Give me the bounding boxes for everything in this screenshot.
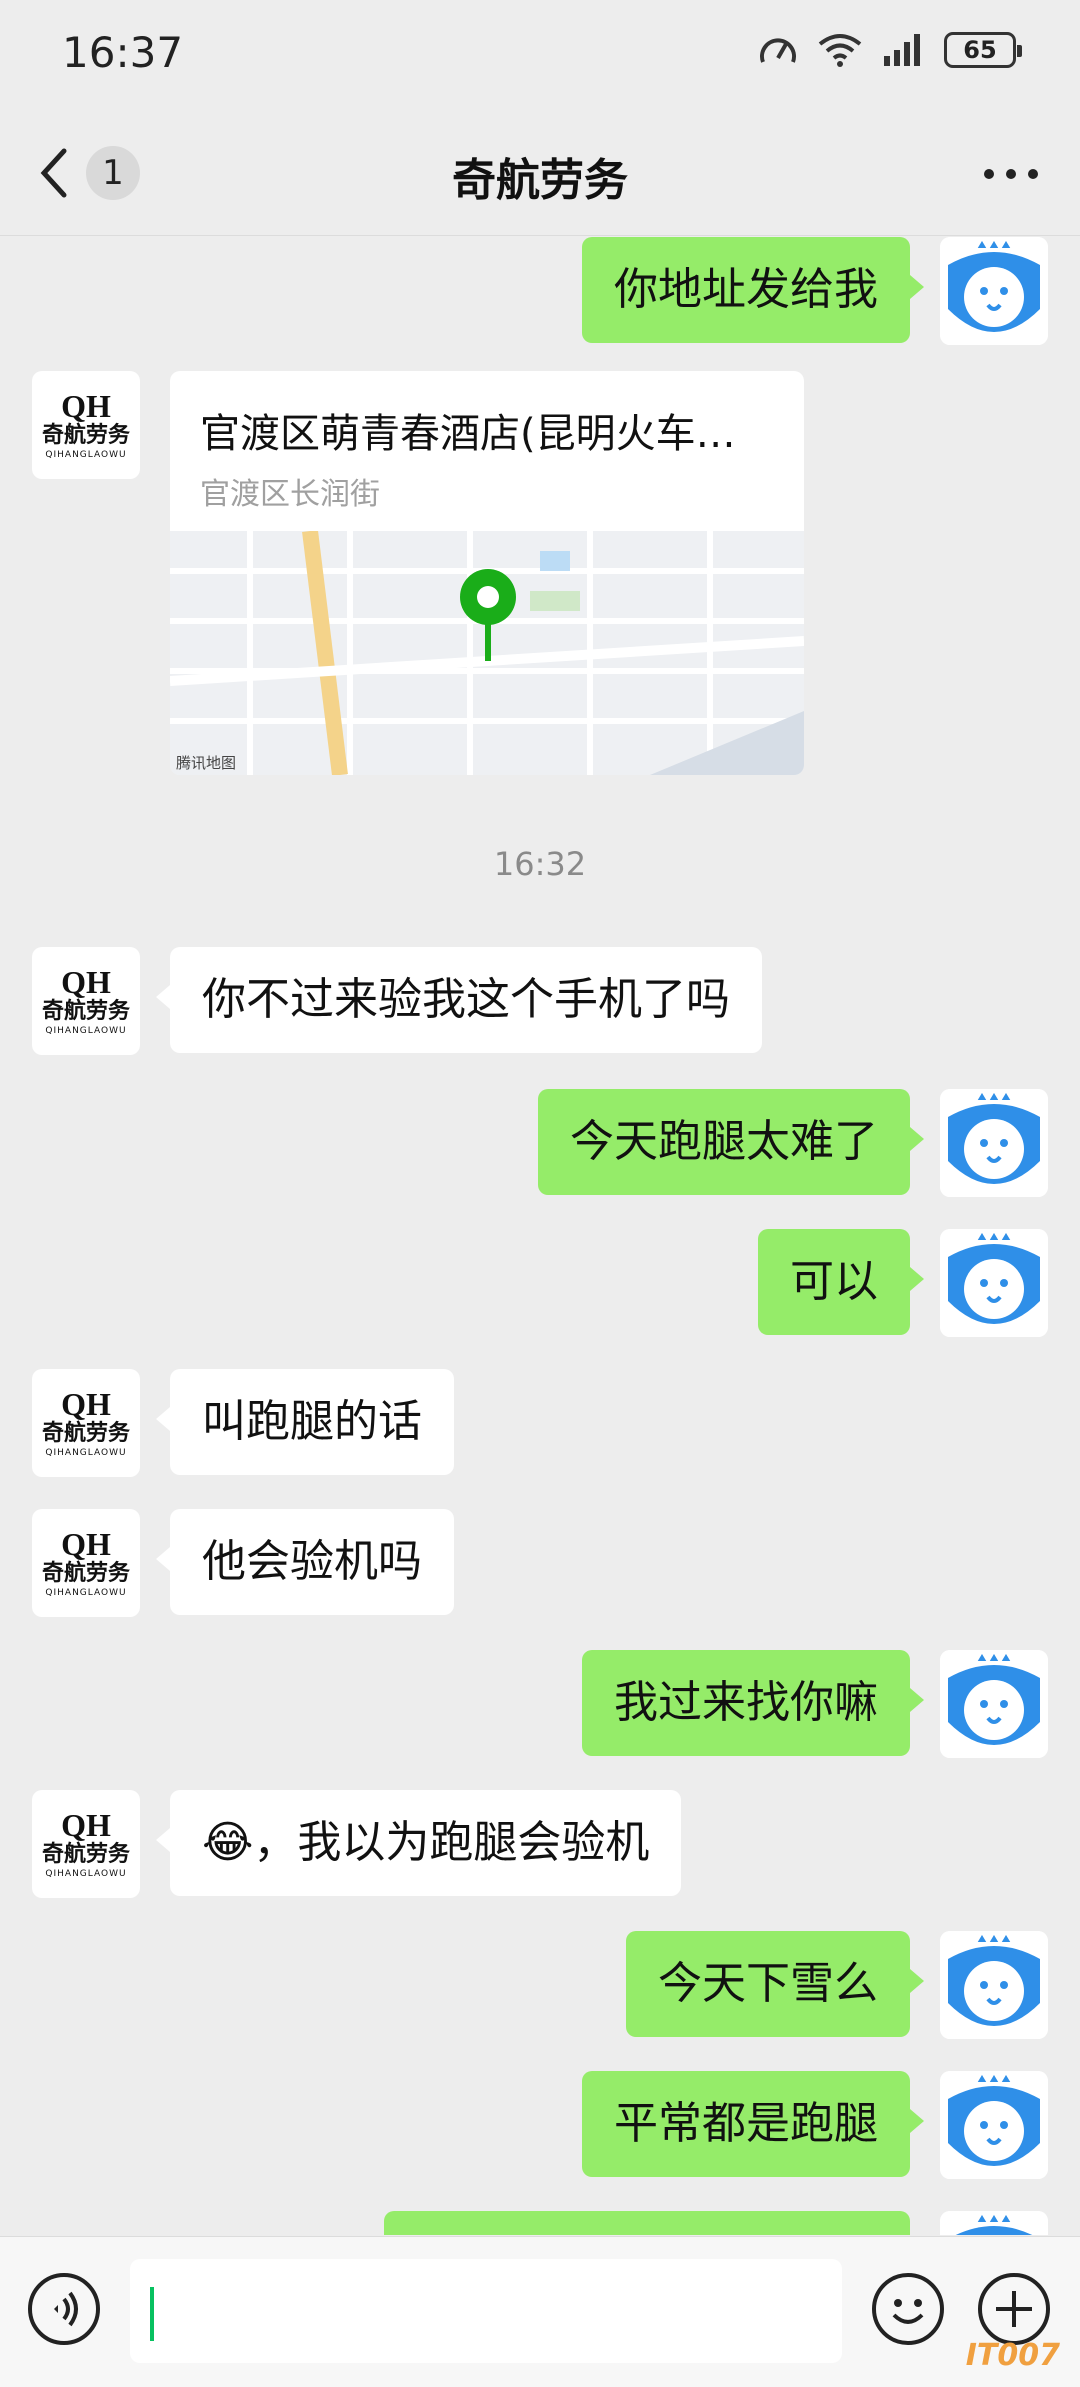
location-card[interactable]: 官渡区萌青春酒店(昆明火车… 官渡区长润街 腾讯地图 — [170, 371, 804, 775]
more-functions-button[interactable] — [978, 2273, 1050, 2345]
message-bubble[interactable]: 今天跑腿太难了 — [538, 1089, 924, 1195]
emoji-icon — [892, 2299, 924, 2324]
message-row: 今天下雪么 — [0, 1931, 1080, 2041]
nav-bar: 1 奇航劳务 — [0, 110, 1080, 236]
speed-icon — [760, 38, 796, 63]
contact-avatar[interactable]: QH 奇航劳务 QIHANGLAOWU — [32, 947, 140, 1055]
avatar-brand-mark: QH — [61, 1386, 111, 1422]
contact-avatar[interactable]: QH 奇航劳务 QIHANGLAOWU — [32, 1509, 140, 1617]
timestamp: 16:32 — [493, 845, 587, 883]
avatar-brand-text: 奇航劳务 — [41, 1421, 130, 1446]
avatar-brand-sub: QIHANGLAOWU — [45, 1026, 127, 1036]
status-bar: 16:37 65 — [0, 0, 1080, 110]
voice-icon — [54, 2291, 78, 2327]
message-row: 今天跑腿太难了 — [0, 1089, 1080, 1199]
message-bubble[interactable]: 😂，我以为跑腿会验机 — [155, 1790, 682, 1896]
my-avatar[interactable] — [940, 2071, 1048, 2179]
message-bubble[interactable]: 你地址发给我 — [582, 237, 924, 343]
message-input[interactable] — [130, 2259, 842, 2363]
more-options-button[interactable] — [976, 146, 1046, 202]
contact-avatar[interactable]: QH 奇航劳务 QIHANGLAOWU — [32, 1790, 140, 1898]
avatar-brand-text: 奇航劳务 — [41, 1561, 130, 1586]
more-icon — [984, 169, 1038, 179]
message-row: 我过来找你嘛 — [0, 1650, 1080, 1760]
my-avatar[interactable] — [940, 1931, 1048, 2039]
voice-input-button[interactable] — [28, 2273, 100, 2345]
message-row: QH 奇航劳务 QIHANGLAOWU 叫跑腿的话 — [0, 1369, 1080, 1479]
map-image — [170, 530, 804, 775]
avatar-brand-text: 奇航劳务 — [41, 1842, 130, 1867]
plus-icon — [996, 2291, 1032, 2327]
avatar-brand-sub: QIHANGLAOWU — [45, 450, 127, 460]
my-avatar[interactable] — [940, 2211, 1048, 2235]
avatar-brand-sub: QIHANGLAOWU — [45, 1588, 127, 1598]
location-subtitle: 官渡区长润街 — [200, 477, 380, 512]
my-avatar[interactable] — [940, 237, 1048, 345]
message-bubble[interactable]: 叫跑腿的话 — [156, 1369, 454, 1475]
message-row: 你地址发给我 — [0, 237, 1080, 347]
contact-avatar[interactable]: QH 奇航劳务 QIHANGLAOWU — [32, 1369, 140, 1477]
my-avatar[interactable] — [940, 1229, 1048, 1337]
chat-area[interactable]: 你地址发给我 QH 奇航劳务 QIHANGLAOWU 官渡区萌青春酒店(昆明火车… — [0, 237, 1080, 2235]
message-row: 可以 — [0, 1229, 1080, 1339]
message-row: QH 奇航劳务 QIHANGLAOWU 你不过来验我这个手机了吗 — [0, 947, 1080, 1057]
avatar-brand-sub: QIHANGLAOWU — [45, 1869, 127, 1879]
watermark: IT007 — [965, 2338, 1060, 2373]
status-time: 16:37 — [62, 28, 184, 77]
map-credit: 腾讯地图 — [176, 754, 237, 772]
my-avatar[interactable] — [940, 1089, 1048, 1197]
location-map[interactable]: 腾讯地图 — [170, 530, 804, 775]
contact-avatar[interactable]: QH 奇航劳务 QIHANGLAOWU — [32, 371, 140, 479]
message-row: QH 奇航劳务 QIHANGLAOWU 官渡区萌青春酒店(昆明火车… 官渡区长润… — [0, 371, 1080, 775]
avatar-brand-text: 奇航劳务 — [41, 999, 130, 1024]
message-bubble[interactable]: 今天下雪么 — [626, 1931, 924, 2037]
signal-icon — [884, 34, 920, 66]
avatar-brand-mark: QH — [61, 1807, 111, 1843]
battery-indicator: 65 — [944, 32, 1022, 68]
wifi-icon — [818, 34, 862, 67]
text-cursor — [150, 2287, 154, 2341]
message-bubble[interactable]: 你不过来验我这个手机了吗 — [156, 947, 762, 1053]
avatar-brand-mark: QH — [61, 388, 111, 424]
message-row-partial — [0, 2211, 1080, 2235]
avatar-brand-mark: QH — [61, 1526, 111, 1562]
message-row: 平常都是跑腿 — [0, 2071, 1080, 2181]
message-bubble[interactable]: 平常都是跑腿 — [582, 2071, 924, 2177]
status-icons: 65 — [758, 32, 1022, 68]
message-bubble[interactable]: 可以 — [758, 1229, 924, 1335]
avatar-brand-mark: QH — [61, 964, 111, 1000]
emoji-button[interactable] — [872, 2273, 944, 2345]
message-row: QH 奇航劳务 QIHANGLAOWU 他会验机吗 — [0, 1509, 1080, 1619]
avatar-brand-sub: QIHANGLAOWU — [45, 1448, 127, 1458]
location-title: 官渡区萌青春酒店(昆明火车… — [200, 411, 736, 457]
input-bar: IT007 — [0, 2236, 1080, 2387]
message-bubble-partial[interactable] — [384, 2211, 910, 2235]
my-avatar[interactable] — [940, 1650, 1048, 1758]
message-row: QH 奇航劳务 QIHANGLAOWU 😂，我以为跑腿会验机 — [0, 1790, 1080, 1900]
avatar-brand-text: 奇航劳务 — [41, 423, 130, 448]
message-bubble[interactable]: 他会验机吗 — [156, 1509, 454, 1615]
message-bubble[interactable]: 我过来找你嘛 — [582, 1650, 924, 1756]
chat-title: 奇航劳务 — [452, 155, 628, 206]
